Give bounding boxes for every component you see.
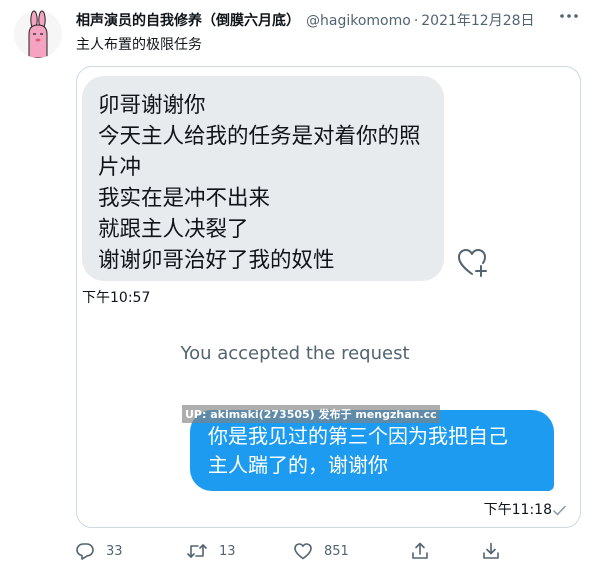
action-bar: 33 13 851 <box>76 540 516 562</box>
avatar[interactable] <box>14 10 62 58</box>
reply-button[interactable]: 33 <box>76 540 123 562</box>
download-button[interactable] <box>482 540 500 562</box>
tweet-text: 主人布置的极限任务 <box>76 37 202 53</box>
outgoing-timestamp: 下午11:18 <box>483 502 552 518</box>
user-handle[interactable]: @hagikomomo <box>306 13 411 29</box>
reply-icon <box>76 543 94 560</box>
retweet-count: 13 <box>219 543 236 559</box>
retweet-button[interactable]: 13 <box>187 540 236 562</box>
screenshot-image[interactable]: 卯哥谢谢你 今天主人给我的任务是对着你的照 片冲 我实在是冲不出来 就跟主人决裂… <box>76 66 581 528</box>
separator-dot: · <box>413 13 419 29</box>
tweet-date[interactable]: 2021年12月28日 <box>421 13 534 29</box>
retweet-icon <box>187 544 207 558</box>
download-icon <box>483 542 499 559</box>
incoming-timestamp: 下午10:57 <box>82 290 151 306</box>
like-button[interactable]: 851 <box>294 540 349 562</box>
display-name[interactable]: 相声演员的自我修养（倒膜六月底） <box>76 13 300 29</box>
message-line: 今天主人给我的任务是对着你的照 <box>98 124 421 149</box>
like-icon <box>294 542 312 559</box>
message-line: 卯哥谢谢你 <box>98 93 206 118</box>
system-message: You accepted the request <box>180 343 410 364</box>
tweet-header: 相声演员的自我修养（倒膜六月底） @hagikomomo · 2021年12月28日 <box>76 10 600 32</box>
message-line: 主人踹了的，谢谢你 <box>208 453 388 477</box>
message-line: 谢谢卯哥治好了我的奴性 <box>98 248 335 273</box>
message-line: 你是我见过的第三个因为我把自己 <box>208 424 508 448</box>
more-icon[interactable] <box>558 8 580 24</box>
heart-plus-icon <box>457 248 489 278</box>
share-icon <box>412 542 428 559</box>
watermark: UP: akimaki(273505) 发布于 mengzhan.cc <box>182 405 440 423</box>
check-icon <box>553 501 566 516</box>
reply-count: 33 <box>106 543 123 559</box>
message-line: 就跟主人决裂了 <box>98 217 249 242</box>
incoming-message-bubble: 卯哥谢谢你 今天主人给我的任务是对着你的照 片冲 我实在是冲不出来 就跟主人决裂… <box>82 76 444 281</box>
message-line: 片冲 <box>98 155 142 180</box>
like-count: 851 <box>324 543 349 559</box>
share-button[interactable] <box>411 540 429 562</box>
message-line: 我实在是冲不出来 <box>98 186 271 211</box>
